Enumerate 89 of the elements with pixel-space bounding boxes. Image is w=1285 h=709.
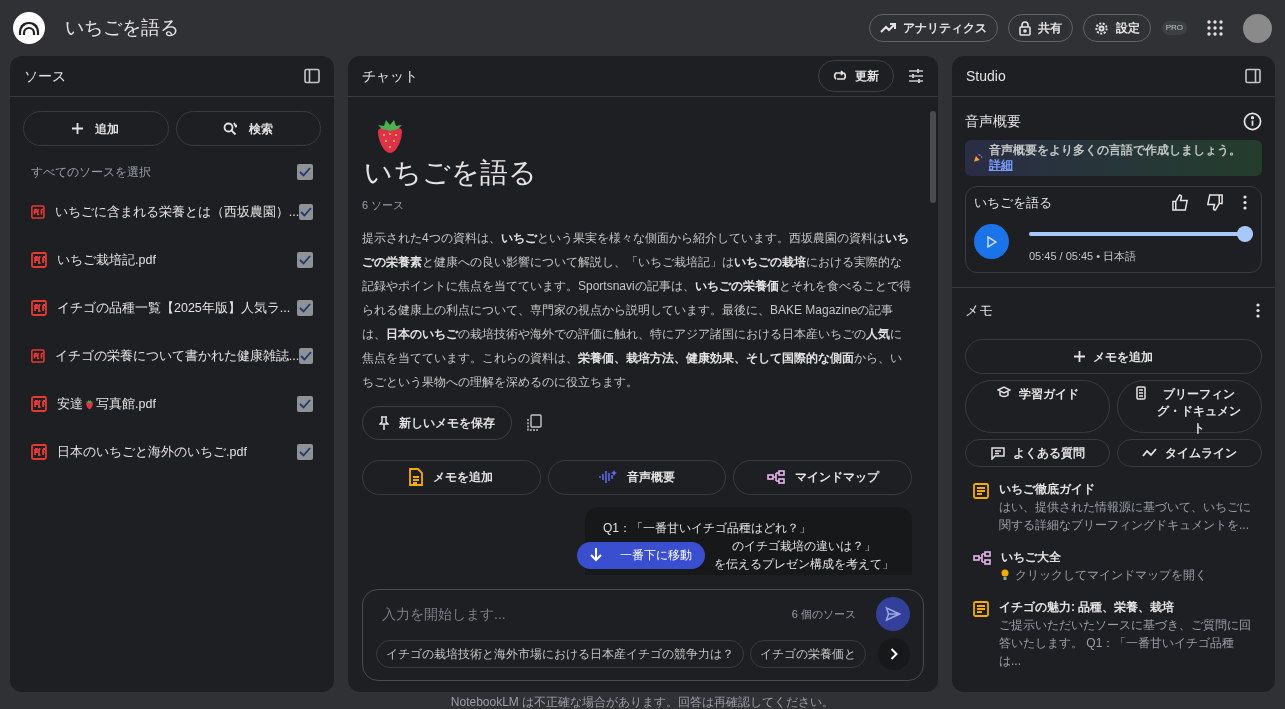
chat-box-icon (990, 446, 1005, 460)
strawberry-icon (85, 398, 94, 410)
plus-icon (1074, 351, 1085, 362)
arrow-down-icon (590, 548, 602, 562)
pdf-icon (31, 444, 47, 460)
source-name[interactable]: 安達 写真館.pdf (57, 394, 297, 414)
settings-icon (1093, 20, 1109, 36)
pro-badge: PRO (1161, 21, 1187, 35)
scrollbar-thumb[interactable] (930, 111, 936, 203)
pdf-icon (31, 300, 47, 316)
checkbox[interactable] (297, 252, 313, 268)
note-title[interactable]: イチゴの魅力: 品種、栄養、栽培 (999, 598, 1254, 616)
source-name[interactable]: いちごに含まれる栄養とは（西坂農園）... (54, 202, 300, 222)
source-name[interactable]: イチゴの品種一覧【2025年版】人気ラ... (57, 298, 297, 318)
plus-icon (72, 123, 84, 134)
next-button[interactable] (878, 638, 910, 670)
tune-icon[interactable] (908, 68, 924, 84)
source-count: 6 ソース (362, 198, 406, 213)
document-icon (409, 468, 424, 486)
section-title: 音声概要 (965, 112, 1022, 131)
avatar[interactable] (1243, 13, 1272, 43)
panel-title: ソース (24, 66, 66, 86)
pin-icon (379, 415, 389, 430)
mind-map-icon (973, 551, 991, 565)
panel-title: チャット (362, 66, 418, 86)
play-button[interactable] (974, 224, 1009, 260)
audio-slider[interactable] (1029, 225, 1253, 242)
apps-icon[interactable] (1207, 20, 1223, 36)
party-popper-icon (973, 153, 983, 163)
note-title[interactable]: いちご徹底ガイド (999, 480, 1254, 498)
source-name[interactable]: いちご栽培記.pdf (57, 250, 297, 270)
lightbulb-icon (1001, 569, 1009, 581)
graduation-cap-icon (996, 386, 1011, 398)
lock-icon (1018, 20, 1031, 36)
panel-title: Studio (966, 66, 1006, 86)
info-icon[interactable] (1243, 112, 1262, 131)
waveform-icon (599, 469, 617, 485)
audio-time: 05:45 / 05:45 • 日本語 (1029, 248, 1138, 264)
note-title[interactable]: いちご大全 (1001, 548, 1207, 566)
chat-input[interactable]: 入力を開始します... 6 個のソース イチゴの栽培技術と海外市場における日本産イチゴの競争力は？ イチゴの栄養価と (362, 589, 924, 681)
send-button[interactable] (876, 597, 910, 631)
checkbox[interactable] (297, 300, 313, 316)
document-icon (1135, 386, 1146, 400)
checkbox[interactable] (299, 348, 313, 364)
notebook-title[interactable]: いちごを語る (65, 13, 179, 43)
refresh-icon (833, 70, 847, 82)
thumbs-down-icon[interactable] (1205, 193, 1224, 213)
source-count: 6 個のソース (791, 606, 856, 622)
more-icon[interactable] (1243, 195, 1247, 211)
more-icon[interactable] (1256, 303, 1260, 318)
collapse-panel-icon[interactable] (1245, 68, 1261, 84)
banner-text: 音声概要をより多くの言語で作成しましょう。 詳細 (988, 143, 1242, 173)
chevron-right-icon (890, 648, 898, 660)
message-line: のイチゴ栽培の違いは？」 (732, 537, 876, 555)
message-line: を伝えるプレゼン構成を考えて」 (714, 555, 894, 573)
checkbox[interactable] (297, 396, 313, 412)
checkbox[interactable] (297, 164, 313, 180)
scroll-to-bottom-button[interactable]: 一番下に移動 (577, 541, 705, 569)
checkbox[interactable] (299, 204, 313, 220)
play-icon (986, 235, 997, 248)
trending-up-icon (879, 22, 896, 34)
copy-icon[interactable] (526, 413, 542, 432)
audio-title: いちごを語る (974, 194, 1053, 212)
send-icon (885, 606, 901, 622)
section-title: メモ (965, 301, 994, 320)
collapse-panel-icon[interactable] (304, 68, 320, 84)
select-all-label: すべてのソースを選択 (31, 164, 152, 181)
notebook-heading: いちごを語る (364, 156, 538, 190)
mind-map-icon (766, 470, 785, 484)
note-icon (973, 601, 989, 617)
pdf-icon (31, 252, 47, 268)
note-snippet: はい、提供された情報源に基づいて、いちごに関する詳細なブリーフィングドキュメントを... (999, 499, 1252, 534)
summary-paragraph: 提示された4つの資料は、いちごという果実を様々な側面から紹介しています。西坂農園の資料はいちごの栄養素と健康への良い影響について解説し、「いちご栽培記」はいちごの栽培における実際的な記録やポイントに焦点を当てています。Sportsnaviの記事は、いちごの栄養価とそれを食べることで得られる健康上の利点について、専門家の視点から説明しています。最後に、BAKE Magazineの記事は、日本のいちごの栽培技術や海外での評価に触れ、特にアジア諸国における日本産いちごの人気に焦点を当てています。これらの資料は、栄養価、栽培方法、健康効果、そして国際的な側面から、いちごという果物への理解を深めるのに役立ちます。 (362, 229, 912, 391)
source-name[interactable]: 日本のいちごと海外のいちご.pdf (57, 442, 297, 462)
trend-line-icon (1142, 448, 1157, 458)
source-name[interactable]: イチゴの栄養について書かれた健康雑誌... (54, 346, 300, 366)
note-snippet: ご提示いただいたソースに基づき、ご質問に回答いたします。 Q1：「一番甘いイチゴ品種は... (999, 617, 1252, 670)
search-icon (223, 121, 238, 136)
thumbs-up-icon[interactable] (1171, 193, 1190, 213)
message-line: Q1：「一番甘いイチゴ品種はどれ？」 (603, 519, 812, 537)
note-snippet: クリックしてマインドマップを開く (1015, 567, 1207, 584)
logo-icon[interactable] (13, 12, 45, 44)
checkbox[interactable] (297, 444, 313, 460)
note-icon (973, 483, 989, 499)
pdf-icon (31, 348, 45, 364)
disclaimer-text: NotebookLM は不正確な場合があります。回答は再確認してください。 (450, 695, 835, 709)
pdf-icon (31, 204, 45, 220)
pdf-icon (31, 396, 47, 412)
learn-more-link[interactable]: 詳細 (988, 158, 1013, 172)
